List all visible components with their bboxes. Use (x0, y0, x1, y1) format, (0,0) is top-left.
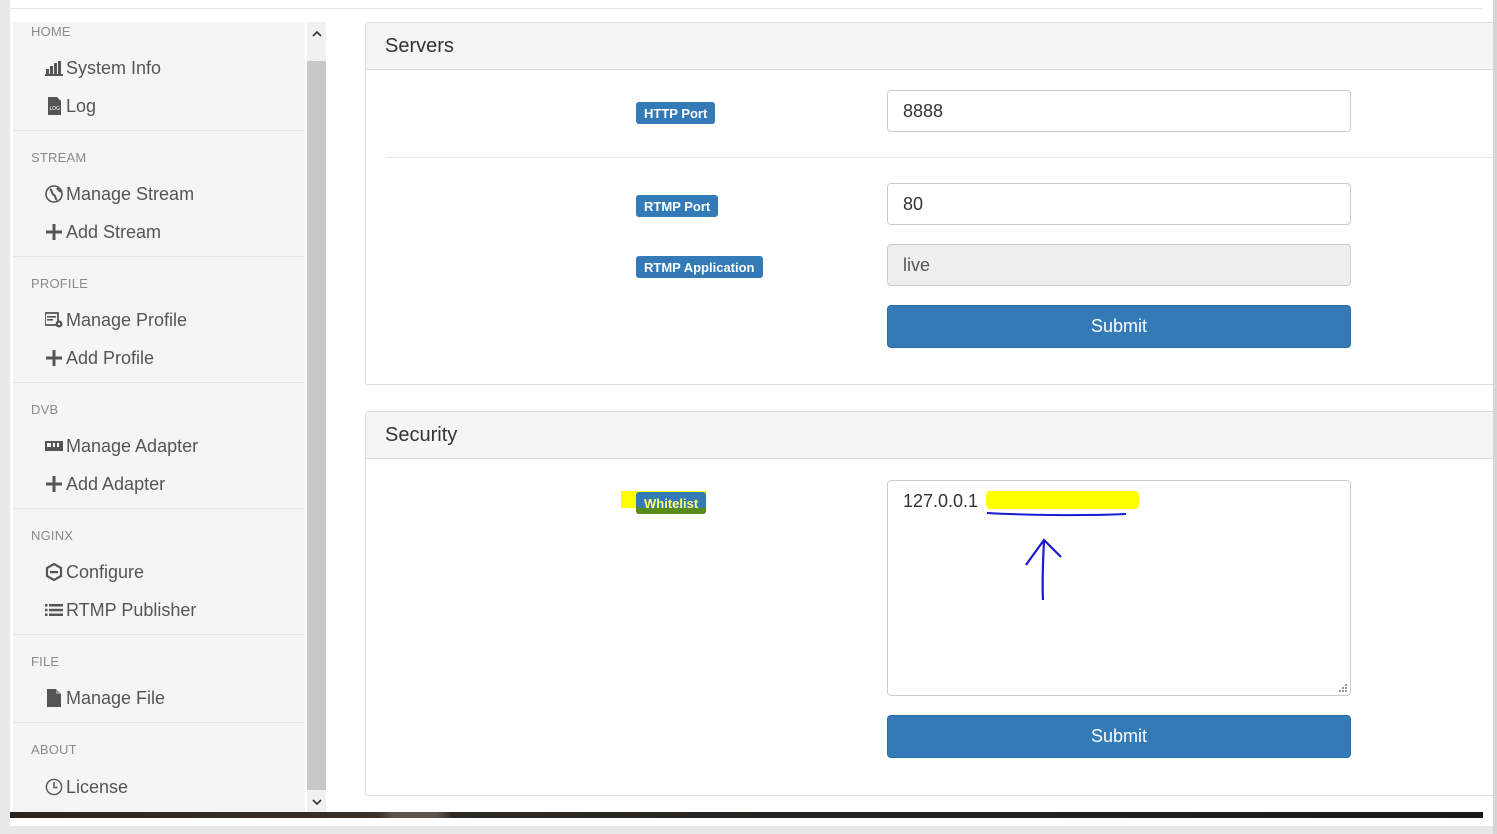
app-window: HOME System Info LOG Log STREAM Manage S… (10, 0, 1493, 826)
sidebar-item-add-stream[interactable]: Add Stream (43, 219, 161, 245)
security-panel: Security Whitelist 127.0.0.1 Submit (365, 411, 1493, 796)
rtmp-port-input[interactable]: 80 (887, 183, 1351, 225)
sidebar-section-about: ABOUT (31, 742, 77, 757)
sidebar-divider (13, 508, 305, 509)
http-port-label: HTTP Port (636, 102, 716, 124)
sidebar-item-manage-file[interactable]: Manage File (43, 685, 165, 711)
http-port-input[interactable]: 8888 (887, 90, 1351, 132)
whitelist-label: Whitelist (636, 492, 707, 514)
sidebar-section-profile: PROFILE (31, 276, 89, 291)
file-icon (43, 687, 65, 709)
plus-icon (43, 473, 65, 495)
adapter-card-icon (43, 435, 65, 457)
sidebar-item-license[interactable]: License (43, 774, 128, 800)
sidebar: HOME System Info LOG Log STREAM Manage S… (13, 22, 305, 812)
sidebar-section-file: FILE (31, 654, 60, 669)
log-file-icon: LOG (43, 95, 65, 117)
sidebar-item-label: Manage Adapter (66, 435, 199, 456)
sidebar-item-label: Add Profile (66, 347, 155, 368)
sidebar-item-label: Manage File (66, 687, 166, 708)
scroll-up-arrow-icon[interactable] (307, 24, 326, 42)
sidebar-item-log[interactable]: LOG Log (43, 93, 96, 119)
sidebar-section-home: HOME (31, 24, 71, 39)
scroll-down-arrow-icon[interactable] (307, 793, 326, 811)
sidebar-item-label: System Info (66, 57, 162, 78)
sidebar-divider (13, 130, 305, 131)
sidebar-item-add-profile[interactable]: Add Profile (43, 345, 154, 371)
clock-icon (43, 776, 65, 798)
whitelist-textarea-value: 127.0.0.1 (903, 491, 979, 511)
plus-icon (43, 221, 65, 243)
sidebar-item-add-adapter[interactable]: Add Adapter (43, 471, 165, 497)
sidebar-item-label: License (66, 776, 129, 797)
sidebar-item-label: Log (66, 95, 97, 116)
taskbar-strip (10, 812, 1483, 818)
servers-panel: Servers HTTP Port 8888 RTMP Port 80 RTMP… (365, 22, 1493, 385)
nginx-icon (43, 561, 65, 583)
sidebar-item-label: RTMP Publisher (66, 599, 197, 620)
sidebar-scrollbar[interactable] (307, 22, 326, 812)
servers-inner-divider (385, 157, 1493, 158)
rtmp-port-label: RTMP Port (636, 195, 719, 217)
list-icon (43, 599, 65, 621)
sidebar-section-dvb: DVB (31, 402, 59, 417)
sidebar-item-label: Add Stream (66, 221, 162, 242)
sidebar-item-label: Configure (66, 561, 145, 582)
sidebar-item-manage-profile[interactable]: Manage Profile (43, 307, 187, 333)
rtmp-application-label: RTMP Application (636, 256, 763, 278)
bar-chart-icon (43, 57, 65, 79)
sidebar-item-label: Manage Profile (66, 309, 188, 330)
sidebar-item-label: Manage Stream (66, 183, 195, 204)
sidebar-item-configure[interactable]: Configure (43, 559, 144, 585)
sidebar-divider (13, 634, 305, 635)
sidebar-item-label: Add Adapter (66, 473, 166, 494)
svg-text:LOG: LOG (49, 106, 60, 112)
security-panel-header: Security (366, 412, 1493, 459)
top-divider (10, 8, 1483, 9)
sidebar-item-rtmp-publisher[interactable]: RTMP Publisher (43, 597, 196, 623)
annotation-arrow-icon (986, 491, 1139, 601)
globe-icon (43, 183, 65, 205)
servers-submit-button[interactable]: Submit (887, 305, 1351, 348)
scrollbar-thumb[interactable] (307, 61, 326, 790)
sidebar-item-system-info[interactable]: System Info (43, 55, 161, 81)
sidebar-divider (13, 382, 305, 383)
rtmp-application-input[interactable]: live (887, 244, 1351, 286)
security-submit-button[interactable]: Submit (887, 715, 1351, 758)
resize-grip-icon[interactable] (1338, 683, 1348, 693)
window-edge (1493, 0, 1497, 834)
sidebar-section-nginx: NGINX (31, 528, 74, 543)
profile-settings-icon (43, 309, 65, 331)
servers-panel-title: Servers (385, 35, 454, 57)
sidebar-item-manage-stream[interactable]: Manage Stream (43, 181, 194, 207)
sidebar-divider (13, 722, 305, 723)
sidebar-section-stream: STREAM (31, 150, 87, 165)
plus-icon (43, 347, 65, 369)
servers-panel-header: Servers (366, 23, 1493, 70)
sidebar-divider (13, 256, 305, 257)
security-panel-title: Security (385, 424, 458, 446)
sidebar-item-manage-adapter[interactable]: Manage Adapter (43, 433, 198, 459)
